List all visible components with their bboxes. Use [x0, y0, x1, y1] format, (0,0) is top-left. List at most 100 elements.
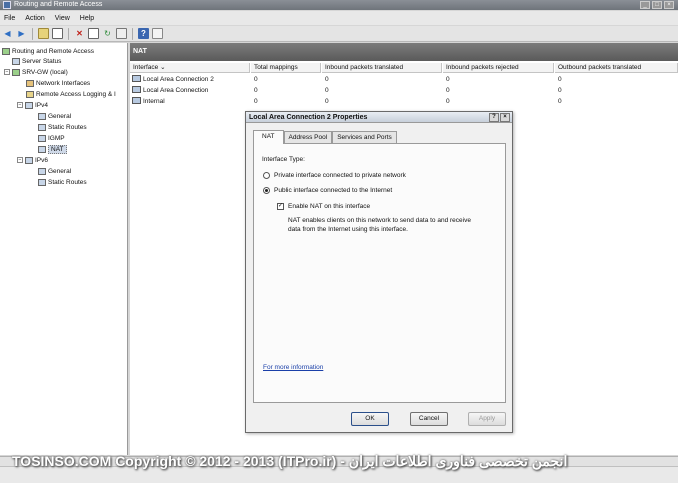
collapse-icon[interactable]: − [4, 69, 10, 75]
private-interface-label[interactable]: Private interface connected to private n… [274, 172, 406, 179]
delete-icon[interactable]: ✕ [74, 28, 85, 39]
network-connection-icon [132, 75, 141, 82]
sort-arrow-icon: ⌄ [160, 64, 166, 71]
ok-button[interactable]: OK [351, 412, 389, 426]
refresh-icon[interactable]: ↻ [102, 28, 113, 39]
tree-item-igmp[interactable]: IGMP [38, 133, 65, 143]
dialog-controls: ? × [489, 113, 510, 122]
pane-heading: NAT [130, 43, 678, 61]
collapse-icon[interactable]: − [17, 102, 23, 108]
toolbar-separator [68, 27, 69, 40]
properties-dialog: Local Area Connection 2 Properties ? × N… [245, 111, 513, 433]
cell-in-rejected: 0 [446, 98, 450, 105]
cell-total: 0 [254, 76, 258, 83]
network-icon [26, 79, 34, 87]
ip-icon [25, 101, 33, 109]
cell-in-rejected: 0 [446, 87, 450, 94]
table-row[interactable]: Local Area Connection [132, 85, 208, 96]
public-interface-label[interactable]: Public interface connected to the Intern… [274, 187, 392, 194]
copyright-watermark: TOSINSO.COM Copyright © 2012 - 2013 (ITP… [12, 453, 568, 469]
tree-item-ipv4-general[interactable]: General [38, 111, 71, 121]
menu-view[interactable]: View [55, 15, 70, 22]
close-button[interactable]: × [664, 1, 674, 9]
help-icon[interactable]: ? [489, 113, 499, 122]
maximize-button[interactable]: □ [652, 1, 662, 9]
table-row[interactable]: Local Area Connection 2 [132, 74, 214, 85]
tab-strip: NAT Address Pool Services and Ports [253, 130, 397, 144]
enable-nat-label[interactable]: Enable NAT on this interface [288, 203, 370, 210]
cell-total: 0 [254, 98, 258, 105]
cell-out-translated: 0 [558, 76, 562, 83]
tab-nat[interactable]: NAT [253, 130, 284, 144]
tree-item-logging[interactable]: Remote Access Logging & I [26, 89, 116, 99]
up-icon[interactable] [38, 28, 49, 39]
menu-help[interactable]: Help [80, 15, 94, 22]
cell-out-translated: 0 [558, 87, 562, 94]
column-header-inbound-translated[interactable]: Inbound packets translated [322, 63, 442, 73]
column-header-total-mappings[interactable]: Total mappings [251, 63, 321, 73]
table-row[interactable]: Internal [132, 96, 165, 107]
tree-item-ipv6-static-routes[interactable]: Static Routes [38, 177, 87, 187]
menu-bar: File Action View Help [0, 11, 678, 25]
server-icon [12, 68, 20, 76]
tree-item-server-status[interactable]: Server Status [12, 56, 61, 66]
nat-icon [38, 145, 46, 153]
network-connection-icon [132, 97, 141, 104]
export-icon[interactable] [88, 28, 99, 39]
menu-file[interactable]: File [4, 15, 15, 22]
tree-item-ipv4-static-routes[interactable]: Static Routes [38, 122, 87, 132]
routes-icon [38, 123, 46, 131]
enable-nat-checkbox[interactable]: ✓ [277, 203, 284, 210]
window-controls: _ □ × [640, 1, 674, 9]
console-icon[interactable] [116, 28, 127, 39]
routes-icon [38, 178, 46, 186]
cancel-button[interactable]: Cancel [410, 412, 448, 426]
toolbar-separator [132, 27, 133, 40]
tree-item-ipv4[interactable]: − IPv4 [17, 100, 48, 110]
close-icon[interactable]: × [500, 113, 510, 122]
network-connection-icon [132, 86, 141, 93]
nat-description-line-2: data from the Internet using this interf… [288, 226, 408, 233]
show-hide-icon[interactable] [152, 28, 163, 39]
ip-icon [25, 156, 33, 164]
collapse-icon[interactable]: − [17, 157, 23, 163]
window-titlebar: Routing and Remote Access _ □ × [0, 0, 678, 10]
cell-in-rejected: 0 [446, 76, 450, 83]
private-interface-radio[interactable] [263, 172, 270, 179]
window-title: Routing and Remote Access [14, 1, 103, 8]
dialog-title: Local Area Connection 2 Properties ? × [246, 112, 512, 123]
forward-icon[interactable]: ▶ [16, 28, 27, 39]
status-icon [12, 57, 20, 65]
log-icon [26, 90, 34, 98]
minimize-button[interactable]: _ [640, 1, 650, 9]
cell-in-translated: 0 [325, 87, 329, 94]
column-header-inbound-rejected[interactable]: Inbound packets rejected [443, 63, 554, 73]
tree-item-nat[interactable]: NAT [38, 144, 67, 154]
column-header-interface[interactable]: Interface ⌄ [130, 63, 250, 73]
general-icon [38, 112, 46, 120]
toolbar-separator [32, 27, 33, 40]
tab-panel-nat: Interface Type: Private interface connec… [253, 143, 506, 403]
apply-button[interactable]: Apply [468, 412, 506, 426]
tree-item-ipv6-general[interactable]: General [38, 166, 71, 176]
more-information-link[interactable]: For more information [263, 364, 323, 371]
toolbar: ◀ ▶ ✕ ↻ ? [0, 26, 678, 42]
server-icon [2, 47, 10, 55]
nat-description-line-1: NAT enables clients on this network to s… [288, 217, 471, 224]
cell-out-translated: 0 [558, 98, 562, 105]
properties-icon[interactable] [52, 28, 63, 39]
cell-in-translated: 0 [325, 76, 329, 83]
help-icon[interactable]: ? [138, 28, 149, 39]
tree-item-ipv6[interactable]: − IPv6 [17, 155, 48, 165]
console-tree: Routing and Remote Access Server Status … [0, 43, 128, 455]
menu-action[interactable]: Action [25, 15, 44, 22]
tree-item-srv-gw[interactable]: − SRV-GW (local) [4, 67, 68, 77]
public-interface-radio[interactable] [263, 187, 270, 194]
column-header-outbound-translated[interactable]: Outbound packets translated [555, 63, 678, 73]
app-icon [3, 1, 11, 9]
back-icon[interactable]: ◀ [2, 28, 13, 39]
cell-in-translated: 0 [325, 98, 329, 105]
tree-item-root[interactable]: Routing and Remote Access [2, 46, 94, 56]
general-icon [38, 167, 46, 175]
tree-item-network-interfaces[interactable]: Network Interfaces [26, 78, 90, 88]
